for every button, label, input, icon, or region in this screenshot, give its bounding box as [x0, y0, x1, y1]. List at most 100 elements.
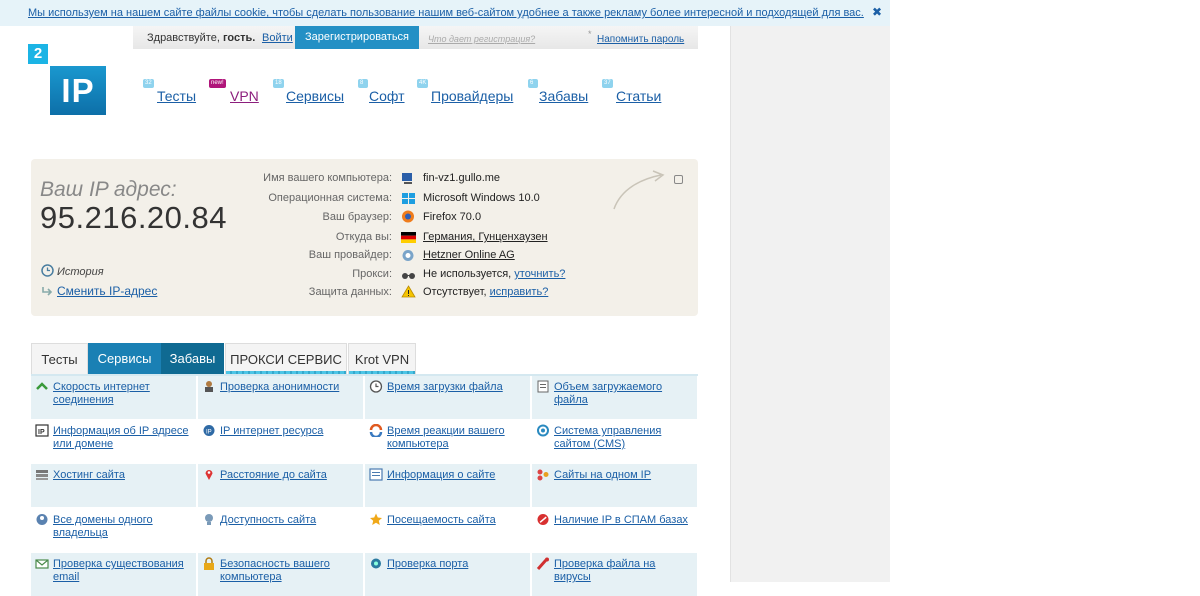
label-browser: Ваш браузер:: [322, 211, 392, 223]
service-item[interactable]: Система управления сайтом (CMS): [532, 420, 697, 463]
value-browser: Firefox 70.0: [423, 211, 482, 223]
decorative-arrow: [613, 170, 665, 210]
nav-articles[interactable]: Статьи: [616, 88, 661, 104]
port-icon: [371, 558, 381, 569]
service-item[interactable]: Доступность сайта: [198, 509, 363, 552]
service-tabs: Тесты Сервисы Забавы ПРОКСИ СЕРВИС Krot …: [31, 343, 698, 375]
service-item[interactable]: Все домены одного владельца: [31, 509, 196, 552]
tab-tests[interactable]: Тесты: [31, 343, 88, 375]
germany-flag-icon: [401, 232, 416, 243]
label-proxy: Прокси:: [352, 268, 392, 280]
label-provider: Ваш провайдер:: [308, 249, 392, 261]
nav-services[interactable]: Сервисы: [286, 88, 344, 104]
value-computer-name: fin-vz1.gullo.me: [423, 172, 501, 184]
nav-badge-fun: 6: [528, 79, 538, 88]
right-column: [730, 26, 890, 582]
service-item[interactable]: Проверка файла на вирусы: [532, 553, 697, 596]
cookie-bar: Мы используем на нашем сайте файлы cooki…: [0, 0, 890, 26]
windows-icon: [402, 193, 415, 204]
login-bar: Здравствуйте, гость. Войти Зарегистриров…: [133, 26, 698, 49]
firefox-icon: [402, 210, 414, 223]
nav-vpn[interactable]: VPN: [230, 88, 259, 104]
speed-icon: [36, 382, 48, 390]
glasses-icon: [402, 273, 415, 279]
tab-krot-vpn[interactable]: Krot VPN: [348, 343, 416, 375]
site-logo[interactable]: 2 IP: [28, 44, 106, 115]
service-item[interactable]: Безопасность вашего компьютера: [198, 553, 363, 596]
fix-link[interactable]: исправить?: [490, 286, 549, 298]
copy-icon[interactable]: [674, 175, 683, 184]
site-info-icon: [369, 468, 383, 481]
value-location[interactable]: Германия, Гунценхаузен: [423, 231, 548, 243]
label-data-protection: Защита данных:: [308, 286, 392, 298]
service-item[interactable]: Хостинг сайта: [31, 464, 196, 507]
nav-badge-services: 18: [273, 79, 284, 88]
value-os: Microsoft Windows 10.0: [423, 192, 540, 204]
nav-badge-soft: 8: [358, 79, 368, 88]
service-item[interactable]: IP Информация об IP адресе или домене: [31, 420, 196, 463]
reaction-time-icon: [369, 424, 383, 437]
tab-fun[interactable]: Забавы: [161, 343, 224, 375]
service-item[interactable]: Проверка порта: [365, 553, 530, 596]
register-button[interactable]: Зарегистрироваться: [295, 26, 420, 49]
warning-icon: [401, 285, 416, 298]
nav-providers[interactable]: Провайдеры: [431, 88, 513, 104]
logo-badge: 2: [28, 44, 48, 64]
tab-proxy-service[interactable]: ПРОКСИ СЕРВИС: [225, 343, 347, 375]
service-item[interactable]: IP IP интернет ресурса: [198, 420, 363, 463]
nav-soft[interactable]: Софт: [369, 88, 405, 104]
tab-services[interactable]: Сервисы: [88, 343, 161, 375]
ip-panel: Ваш IP адрес: 95.216.20.84 История Смени…: [31, 159, 698, 316]
star-mark: *: [588, 29, 592, 39]
service-item[interactable]: Время загрузки файла: [365, 376, 530, 419]
service-item[interactable]: Скорость интернет соединения: [31, 376, 196, 419]
pin-icon: [205, 470, 213, 480]
spam-icon: [537, 514, 549, 525]
remind-password-link[interactable]: Напомнить пароль: [597, 34, 684, 45]
value-provider[interactable]: Hetzner Online AG: [423, 249, 515, 261]
clarify-link[interactable]: уточнить?: [514, 268, 565, 280]
file-size-icon: [537, 380, 549, 393]
cms-icon: [537, 424, 549, 437]
service-item[interactable]: Проверка существования email: [31, 553, 196, 596]
service-item[interactable]: Информация о сайте: [365, 464, 530, 507]
service-item[interactable]: Время реакции вашего компьютера: [365, 420, 530, 463]
label-computer-name: Имя вашего компьютера:: [263, 172, 392, 184]
svg-text:IP: IP: [206, 430, 212, 436]
svg-text:IP: IP: [38, 429, 45, 436]
nav-fun[interactable]: Забавы: [539, 88, 588, 104]
availability-icon: [205, 514, 213, 525]
virus-icon: [536, 557, 549, 570]
hosting-icon: [36, 470, 48, 480]
service-item[interactable]: Объем загружаемого файла: [532, 376, 697, 419]
service-item[interactable]: Проверка анонимности: [198, 376, 363, 419]
label-location: Откуда вы:: [335, 231, 392, 243]
cookie-message[interactable]: Мы используем на нашем сайте файлы cooki…: [28, 7, 864, 19]
service-item[interactable]: Наличие IP в СПАМ базах: [532, 509, 697, 552]
service-item[interactable]: Сайты на одном IP: [532, 464, 697, 507]
nav-badge-providers: 4K: [417, 79, 429, 88]
nav-tests[interactable]: Тесты: [157, 88, 196, 104]
value-proxy: Не используется, уточнить?: [423, 268, 566, 280]
login-link[interactable]: Войти: [262, 32, 293, 44]
same-ip-icon: [537, 469, 549, 481]
lock-icon: [204, 557, 214, 570]
nav-badge-vpn: new!: [209, 79, 226, 88]
anonymity-icon: [205, 381, 213, 392]
service-item[interactable]: Расстояние до сайта: [198, 464, 363, 507]
ip-resource-icon: IP: [203, 425, 215, 436]
clock-icon: [369, 380, 383, 393]
label-os: Операционная система:: [268, 192, 392, 204]
close-icon[interactable]: ✖: [872, 5, 882, 19]
nav-badge-tests: 32: [143, 79, 154, 88]
nav-badge-articles: 37: [602, 79, 613, 88]
greeting: Здравствуйте, гость.: [147, 32, 256, 44]
email-icon: [35, 559, 49, 569]
star-icon: [370, 513, 382, 525]
ip-info-icon: IP: [35, 424, 49, 437]
service-item[interactable]: Посещаемость сайта: [365, 509, 530, 552]
what-registration-link[interactable]: Что дает регистрация?: [428, 34, 535, 44]
domains-icon: [36, 514, 48, 525]
provider-icon: [402, 250, 414, 261]
computer-icon: [402, 173, 412, 184]
